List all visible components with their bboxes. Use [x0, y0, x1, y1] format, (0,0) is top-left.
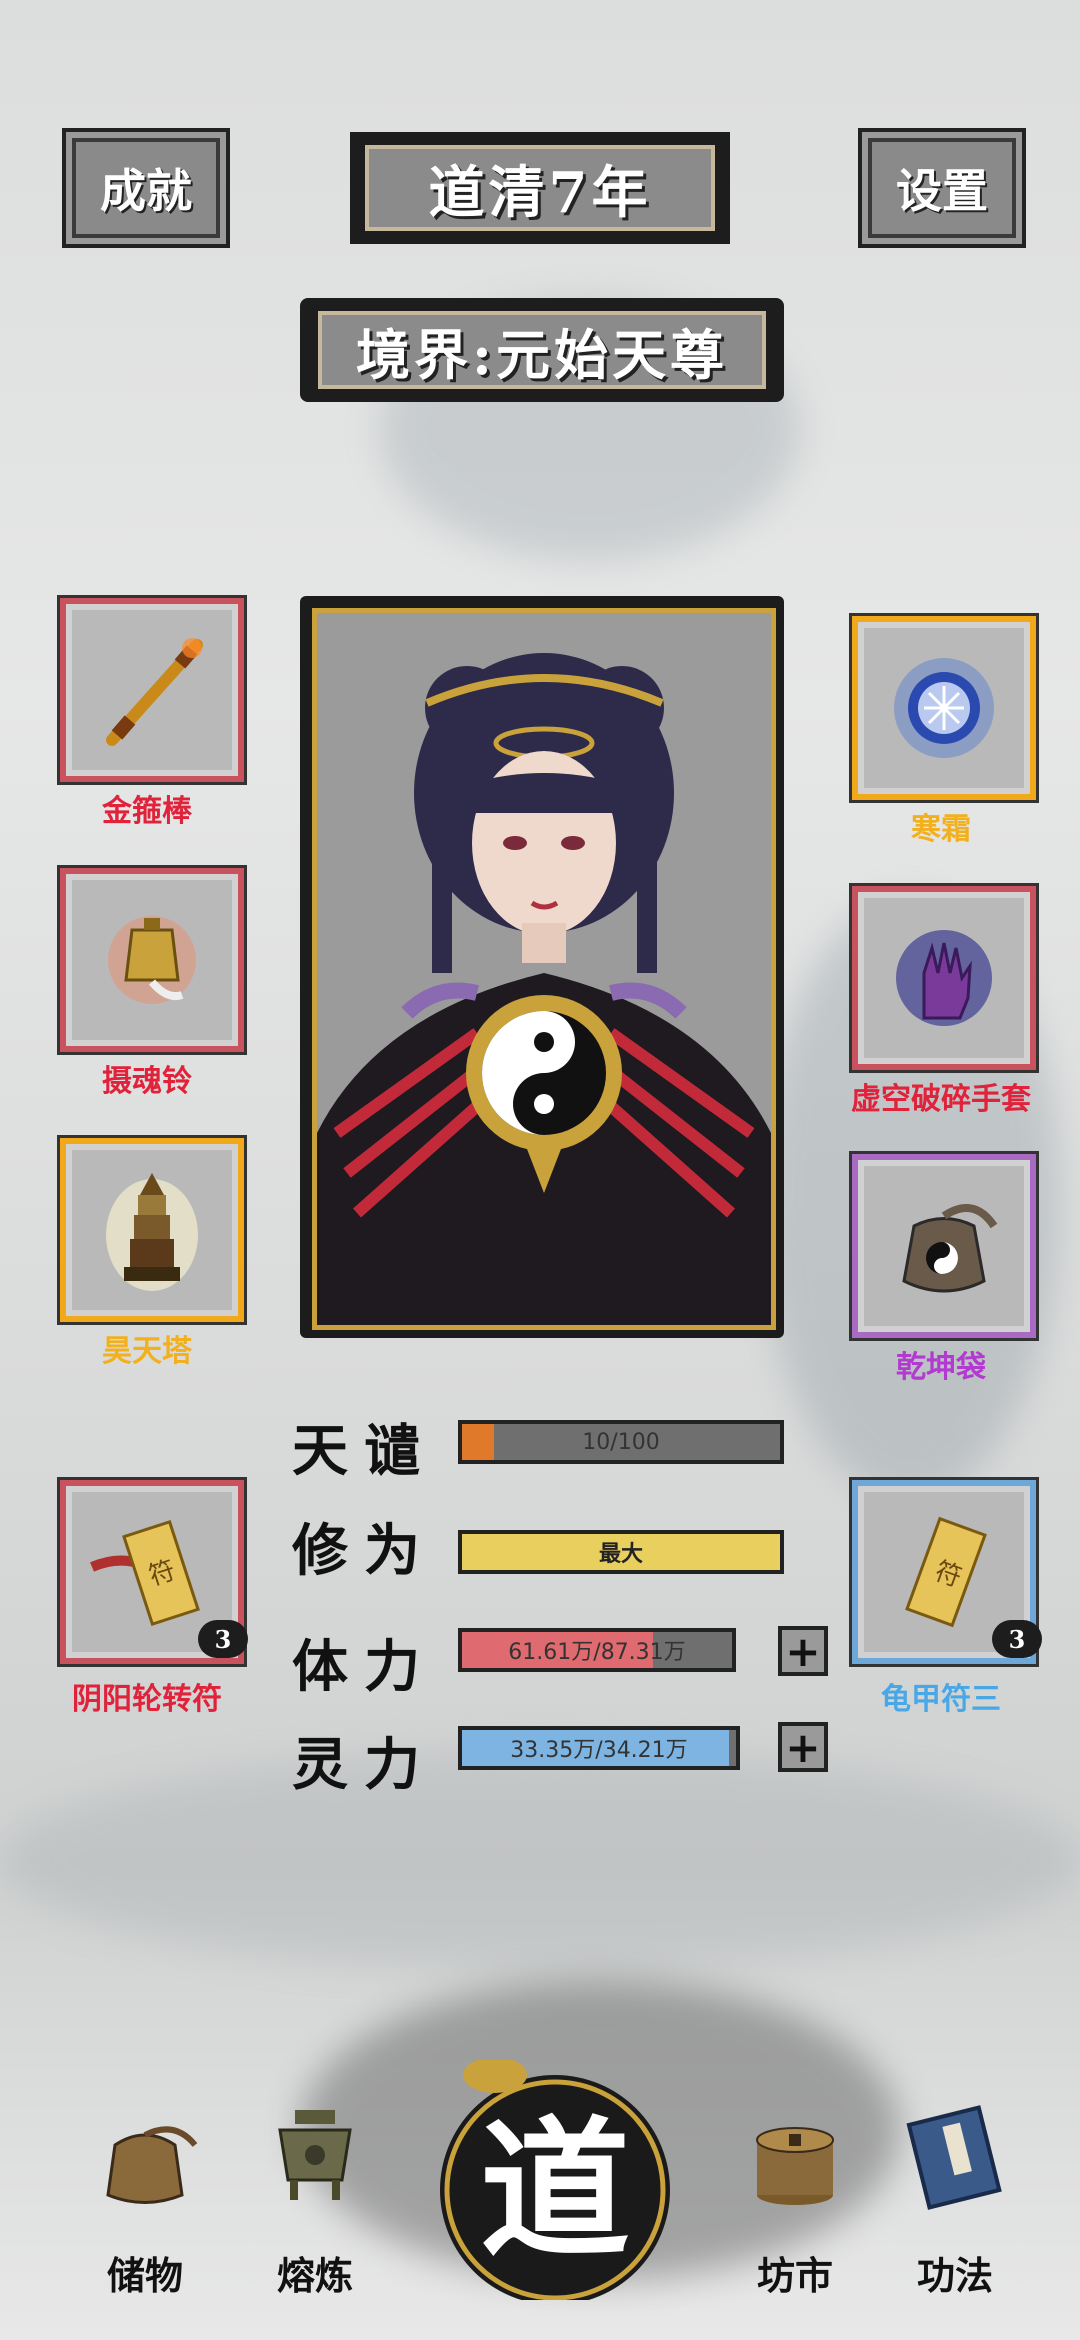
equip-name-bell: 摄魂铃: [102, 1064, 192, 1099]
nav-smelting[interactable]: 熔炼: [240, 2100, 390, 2300]
talisman-icon: 符: [876, 1504, 1012, 1640]
ink-wash: [0, 1750, 1080, 1970]
nav-skills[interactable]: 功法: [880, 2100, 1030, 2300]
count-badge: 3: [992, 1620, 1042, 1658]
nav-smelting-label: 熔炼: [276, 2253, 353, 2298]
count-badge: 3: [198, 1620, 248, 1658]
stat-bar-lingli: 33.35万/34.21万: [458, 1726, 740, 1770]
equip-slot-yinyang-talisman[interactable]: 符 3: [60, 1480, 248, 1664]
nav-dao[interactable]: 道: [420, 2057, 690, 2305]
stat-bar-tili: 61.61万/87.31万: [458, 1628, 736, 1672]
stat-bar-xiuwei: 最大: [458, 1530, 784, 1574]
settings-label: 设置: [896, 164, 988, 218]
pagoda-icon: [84, 1162, 220, 1298]
equip-slot-pagoda[interactable]: [60, 1138, 244, 1322]
stat-label-tianqian: 天谴: [292, 1418, 436, 1484]
equip-slot-staff[interactable]: [60, 598, 244, 782]
equip-name-staff: 金箍棒: [102, 794, 192, 829]
glove-icon: [876, 910, 1012, 1046]
stat-label-xiuwei: 修为: [292, 1518, 436, 1584]
stat-bar-tianqian: 10/100: [458, 1420, 784, 1464]
equip-slot-glove[interactable]: [852, 886, 1036, 1070]
stat-label-lingli: 灵力: [292, 1732, 436, 1798]
equip-name-glove: 虚空破碎手套: [851, 1082, 1031, 1117]
bag-icon: [876, 1178, 1012, 1314]
nav-storage-label: 储物: [106, 2253, 183, 2298]
lingli-plus-button[interactable]: +: [778, 1722, 828, 1772]
achievements-label: 成就: [100, 164, 192, 218]
frost-orb-icon: [876, 640, 1012, 776]
realm-plate: 境界:元始天尊: [300, 298, 784, 402]
cauldron-icon: [260, 2100, 370, 2214]
nav-dao-label: 道: [479, 2102, 630, 2278]
stat-value-lingli: 33.35万/34.21万: [510, 1738, 688, 1763]
equip-slot-qiankun-bag[interactable]: [852, 1154, 1036, 1338]
nav-market[interactable]: 坊市: [720, 2100, 870, 2300]
tili-plus-button[interactable]: +: [778, 1626, 828, 1676]
bell-icon: [84, 892, 220, 1028]
achievements-button[interactable]: 成就: [62, 128, 230, 248]
year-plate: 道清7年: [350, 132, 730, 244]
equip-name-yinyang-talisman: 阴阳轮转符: [72, 1682, 222, 1717]
equip-name-pagoda: 昊天塔: [102, 1334, 192, 1369]
equip-name-turtle-talisman: 龟甲符三: [881, 1682, 1001, 1717]
equip-name-qiankun-bag: 乾坤袋: [896, 1350, 986, 1385]
staff-icon: [84, 622, 220, 758]
settings-button[interactable]: 设置: [858, 128, 1026, 248]
talisman-icon: 符: [84, 1504, 220, 1640]
equip-slot-turtle-talisman[interactable]: 符 3: [852, 1480, 1042, 1664]
realm-label: 境界:元始天尊: [356, 322, 728, 387]
stat-value-tili: 61.61万/87.31万: [508, 1640, 686, 1665]
coins-icon: [740, 2100, 850, 2214]
pouch-icon: [90, 2100, 200, 2214]
equip-slot-frost[interactable]: [852, 616, 1036, 800]
stat-value-tianqian: 10/100: [582, 1429, 660, 1455]
equip-name-frost: 寒霜: [911, 812, 971, 847]
equip-slot-bell[interactable]: [60, 868, 244, 1052]
character-portrait: [312, 608, 776, 1330]
nav-storage[interactable]: 储物: [70, 2100, 220, 2300]
stat-label-tili: 体力: [292, 1634, 436, 1700]
character-portrait-frame: [300, 596, 784, 1338]
nav-skills-label: 功法: [916, 2253, 993, 2298]
stat-value-xiuwei: 最大: [598, 1542, 643, 1567]
year-label: 道清7年: [428, 159, 652, 226]
nav-market-label: 坊市: [756, 2253, 833, 2298]
book-icon: [900, 2100, 1010, 2214]
